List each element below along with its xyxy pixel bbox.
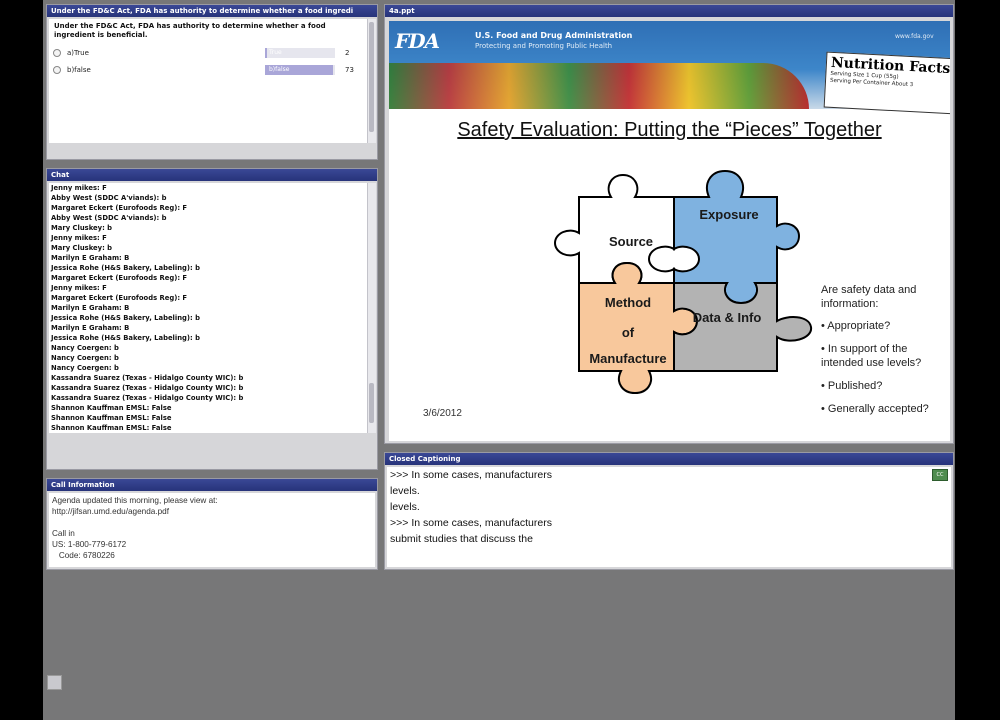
poll-result-text: b)false [269,66,290,73]
call-info-line: Agenda updated this morning, please view… [52,496,218,505]
chat-pod: Chat Jenny mikes: F Abby West (SDDC A'via… [46,168,378,470]
call-info-line: US: 1-800-779-6172 [52,540,127,549]
slide-pod-title: 4a.ppt [385,5,953,17]
chat-message: Shannon Kauffman EMSL: False [51,414,172,422]
side-bullet: • Generally accepted? [821,403,929,415]
side-bullet: • In support of the intended use levels? [821,343,922,369]
chat-message: Abby West (SDDC A'viands): b [51,214,167,222]
call-info-line [49,517,375,528]
chat-message: Abby West (SDDC A'viands): b [51,194,167,202]
call-info-pod: Call Information Agenda updated this mor… [46,478,378,570]
poll-scrollbar[interactable] [367,19,376,143]
chat-message: Marilyn E Graham: B [51,254,130,262]
chat-message: Mary Cluskey: b [51,224,113,232]
piece-label-method: Manufacture [589,351,667,366]
chat-message: Jessica Rohe (H&S Bakery, Labeling): b [51,314,200,322]
caption-line: >>> In some cases, manufacturers [390,517,552,529]
piece-label-data: Data & Info [692,310,762,325]
chat-pod-title: Chat [47,169,377,181]
call-info-line: http://jifsan.umd.edu/agenda.pdf [52,507,169,516]
scroll-thumb[interactable] [369,383,374,423]
poll-option-label: b)false [67,66,91,74]
poll-result-text: True [269,49,282,56]
side-question: Are safety data and information: [821,284,917,310]
poll-body: Under the FD&C Act, FDA has authority to… [49,19,367,143]
chat-message: Margaret Eckert (Eurofoods Reg): F [51,274,188,282]
chat-message: Jenny mikes: F [51,234,107,242]
caption-line: >>> In some cases, manufacturers [390,469,552,481]
piece-label-source: Source [608,234,654,249]
piece-label-method: Method [604,295,652,310]
chat-message: Nancy Coergen: b [51,354,119,362]
chat-scrollbar[interactable] [367,183,376,433]
poll-result-bar-track: True [265,48,335,58]
piece-label-method: of [621,325,635,340]
poll-result-bar [265,48,268,58]
poll-option-label: a)True [67,49,89,57]
radio-button[interactable] [53,49,61,57]
chat-message: Kassandra Suarez (Texas - Hidalgo County… [51,384,244,392]
call-info-line: Code: 6780226 [52,551,115,560]
slide-date: 3/6/2012 [423,408,462,419]
cc-toggle-button[interactable]: CC [932,469,948,481]
poll-pod: Under the FD&C Act, FDA has authority to… [46,4,378,160]
captions-pod-title: Closed Captioning [385,453,953,465]
chat-message: Jessica Rohe (H&S Bakery, Labeling): b [51,334,200,342]
chat-message: Marilyn E Graham: B [51,304,130,312]
chat-message: Kassandra Suarez (Texas - Hidalgo County… [51,394,244,402]
presentation-slide: FDA U.S. Food and Drug Administration Pr… [389,21,950,441]
poll-option-b[interactable]: b)false b)false 73 [53,65,354,77]
chat-message: Nancy Coergen: b [51,364,119,372]
chat-message: Margaret Eckert (Eurofoods Reg): F [51,294,188,302]
poll-question: Under the FD&C Act, FDA has authority to… [54,22,326,39]
chat-messages: Jenny mikes: F Abby West (SDDC A'viands):… [49,183,367,433]
chat-message: Shannon Kauffman EMSL: False [51,404,172,412]
puzzle-piece-source [553,173,675,284]
call-info-pod-title: Call Information [47,479,377,491]
call-info-body: Agenda updated this morning, please view… [49,493,375,567]
puzzle-diagram [553,169,813,395]
side-bullet: • Published? [821,380,883,392]
scroll-thumb[interactable] [369,22,374,132]
captions-body: CC >>> In some cases, manufacturers level… [387,467,951,567]
chat-message: Margaret Eckert (Eurofoods Reg): F [51,204,188,212]
chat-message: Mary Cluskey: b [51,244,113,252]
chat-message: Jenny mikes: F [51,284,107,292]
call-info-line: Call in [52,529,75,538]
poll-result-count: 2 [345,49,350,57]
chat-message: Jessica Rohe (H&S Bakery, Labeling): b [51,264,200,272]
pod-options-button[interactable] [47,675,62,690]
meeting-app: Under the FD&C Act, FDA has authority to… [43,0,955,720]
side-bullet: • Appropriate? [821,320,891,332]
chat-message: Marilyn E Graham: B [51,324,130,332]
chat-message: Kassandra Suarez (Texas - Hidalgo County… [51,374,244,382]
chat-message: Jenny mikes: F [51,184,107,192]
caption-line: levels. [390,501,420,513]
poll-option-a[interactable]: a)True True 2 [53,48,353,60]
poll-pod-title: Under the FD&C Act, FDA has authority to… [47,5,377,17]
slide-pod: 4a.ppt FDA U.S. Food and Drug Administra… [384,4,954,444]
chat-message: Nancy Coergen: b [51,344,119,352]
radio-button[interactable] [53,66,61,74]
poll-result-bar-track: b)false [265,65,335,75]
captions-pod: Closed Captioning CC >>> In some cases, … [384,452,954,570]
caption-line: levels. [390,485,420,497]
caption-line: submit studies that discuss the [390,533,533,545]
chat-message: Shannon Kauffman EMSL: False [51,424,172,432]
piece-label-exposure: Exposure [699,207,759,222]
poll-result-count: 73 [345,66,354,74]
